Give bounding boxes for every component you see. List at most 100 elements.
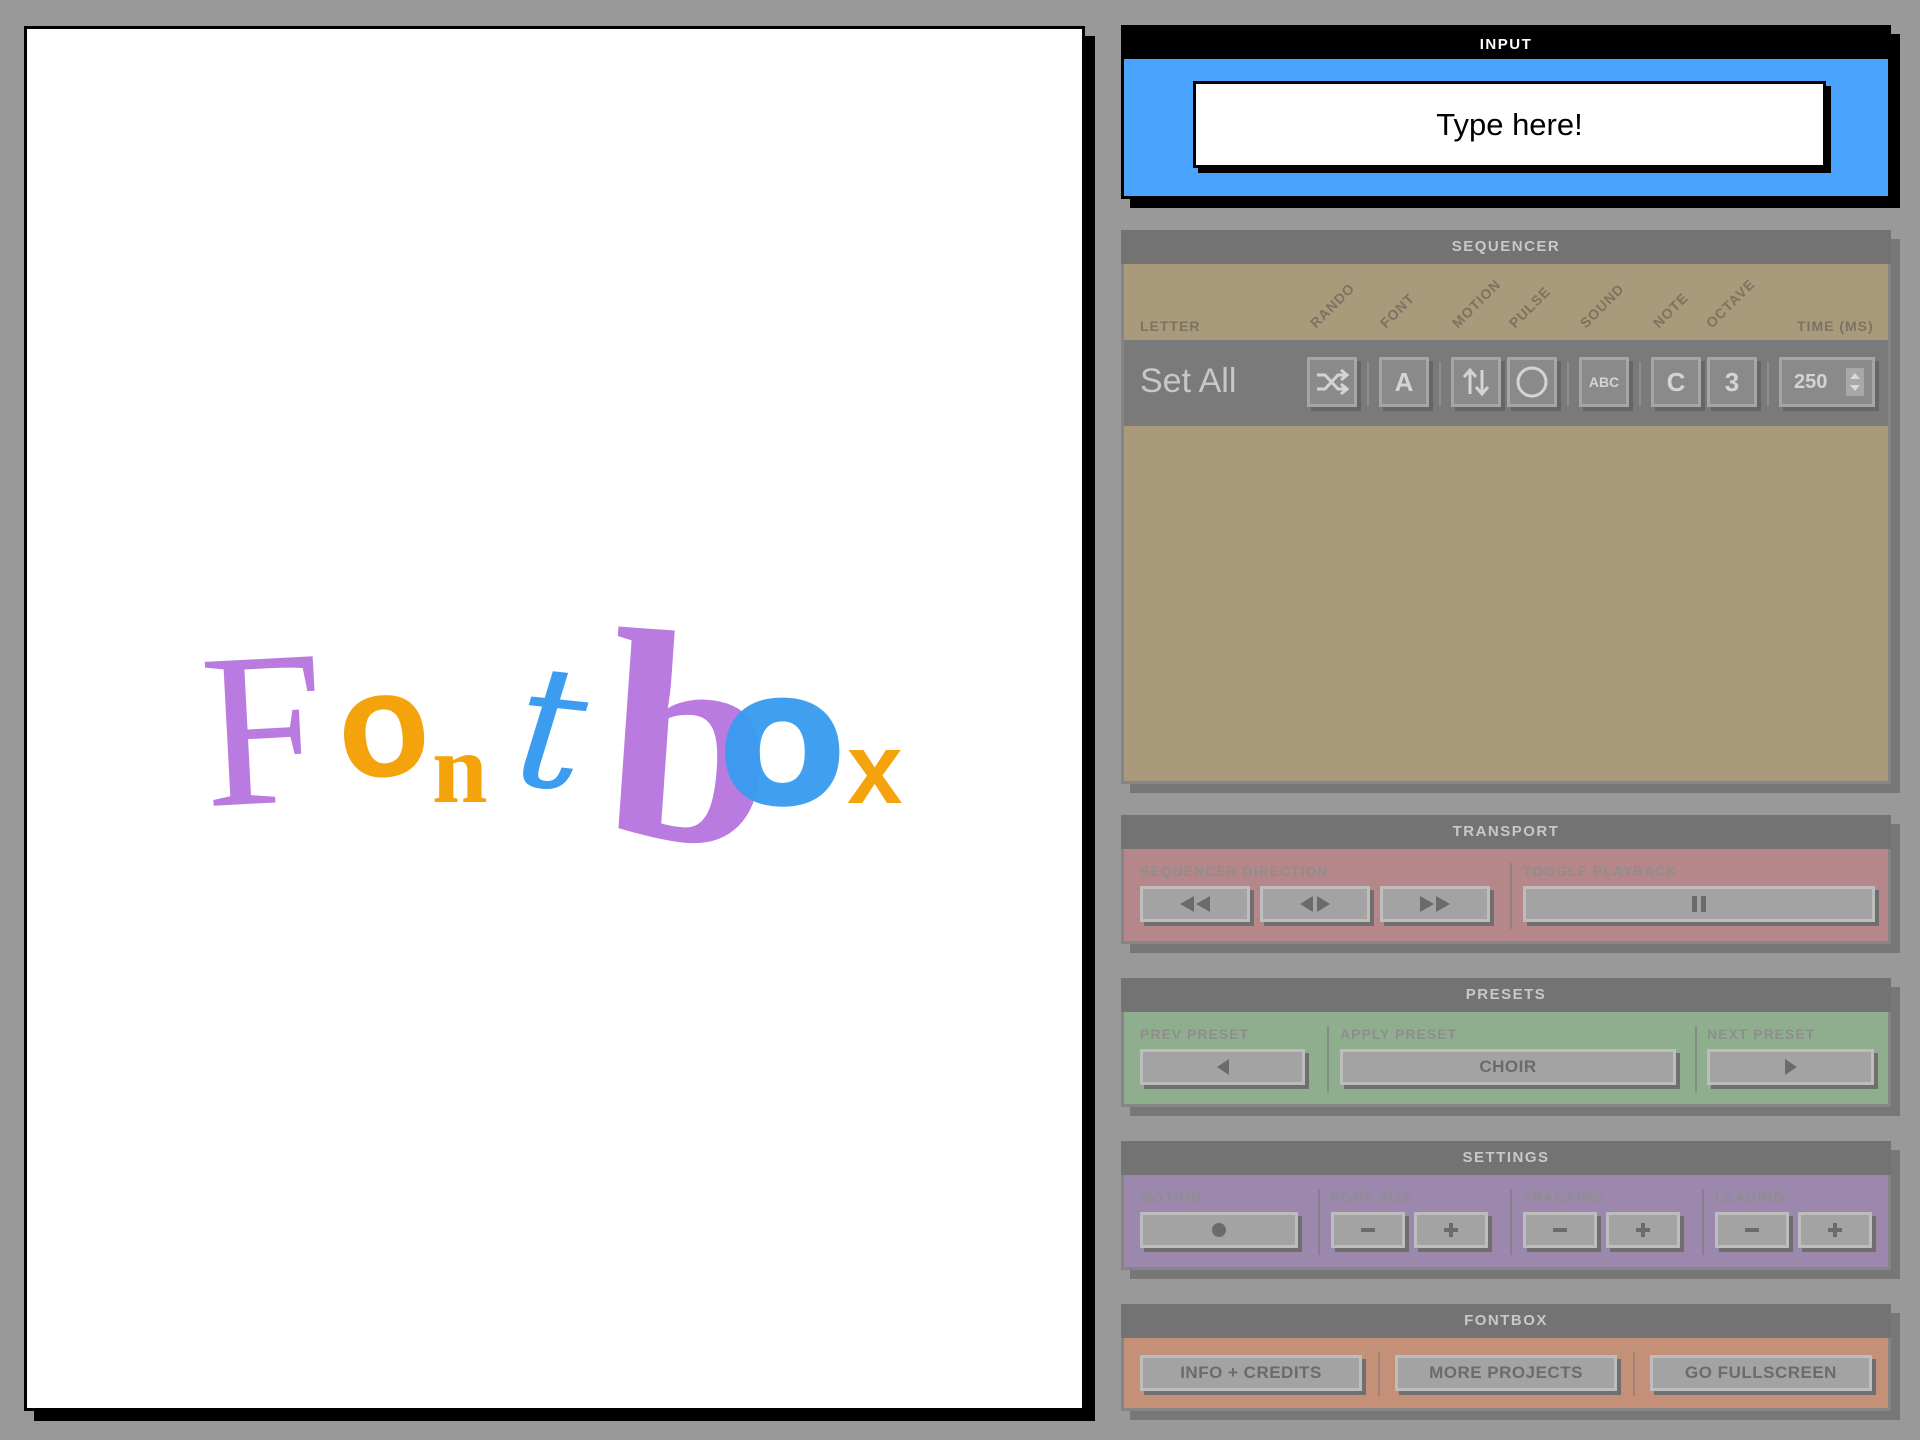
tracking-label: TRACKING xyxy=(1523,1189,1605,1205)
plus-icon xyxy=(1828,1223,1842,1237)
panel-title: SEQUENCER xyxy=(1121,230,1891,264)
divider xyxy=(1567,362,1569,406)
column-label-rando: RANDO xyxy=(1306,279,1358,331)
canvas-letter: n xyxy=(432,713,488,824)
prev-preset-label: PREV PRESET xyxy=(1140,1026,1250,1042)
sequencer-body: LETTER RANDO FONT MOTION PULSE SOUND NOT… xyxy=(1121,264,1891,784)
set-all-octave-button[interactable]: 3 xyxy=(1707,357,1757,407)
canvas-letter: o xyxy=(717,628,848,849)
fontbox-panel: FONTBOX INFO + CREDITS MORE PROJECTS GO … xyxy=(1121,1304,1891,1411)
column-label-note: NOTE xyxy=(1649,289,1692,331)
info-credits-button[interactable]: INFO + CREDITS xyxy=(1140,1355,1362,1391)
column-label-time: TIME (MS) xyxy=(1797,318,1874,334)
font-size-decrease-button[interactable] xyxy=(1331,1212,1405,1248)
font-size-increase-button[interactable] xyxy=(1414,1212,1488,1248)
column-label-sound: SOUND xyxy=(1576,280,1628,331)
divider xyxy=(1439,362,1441,406)
plus-icon xyxy=(1444,1223,1458,1237)
divider xyxy=(1327,1026,1329,1092)
canvas-letter: F xyxy=(195,603,331,855)
font-size-label: FONT SIZE xyxy=(1331,1189,1414,1205)
presets-body: PREV PRESET APPLY PRESET CHOIR NEXT PRES… xyxy=(1121,1012,1891,1107)
triangle-right-icon xyxy=(1784,1059,1797,1075)
panel-title: FONTBOX xyxy=(1121,1304,1891,1338)
sequencer-direction-label: SEQUENCER DIRECTION xyxy=(1140,863,1329,879)
settings-panel: SETTINGS MOTION FONT SIZE TRACKING LEADI… xyxy=(1121,1141,1891,1270)
set-all-pulse-button[interactable] xyxy=(1507,357,1557,407)
set-all-time-stepper[interactable]: 250 xyxy=(1779,357,1875,407)
panel-title: INPUT xyxy=(1121,25,1891,59)
divider xyxy=(1510,1189,1512,1255)
canvas-letter: x xyxy=(847,713,903,825)
type-canvas[interactable]: F o n t b o x xyxy=(24,26,1085,1411)
prev-preset-button[interactable] xyxy=(1140,1049,1305,1085)
direction-bounce-button[interactable] xyxy=(1260,886,1370,922)
divider xyxy=(1767,362,1769,406)
go-fullscreen-button[interactable]: GO FULLSCREEN xyxy=(1650,1355,1872,1391)
divider xyxy=(1378,1352,1380,1396)
direction-forward-button[interactable] xyxy=(1380,886,1490,922)
tracking-increase-button[interactable] xyxy=(1606,1212,1680,1248)
set-all-motion-button[interactable] xyxy=(1451,357,1501,407)
pause-icon xyxy=(1692,896,1706,912)
input-panel-body xyxy=(1121,59,1891,199)
direction-reverse-button[interactable] xyxy=(1140,886,1250,922)
apply-preset-button[interactable]: CHOIR xyxy=(1340,1049,1676,1085)
up-down-arrows-icon xyxy=(1462,367,1490,397)
panel-title: TRANSPORT xyxy=(1121,815,1891,849)
settings-body: MOTION FONT SIZE TRACKING LEADING xyxy=(1121,1175,1891,1270)
motion-toggle-button[interactable] xyxy=(1140,1212,1298,1248)
bidirectional-icon xyxy=(1300,896,1330,912)
rewind-icon xyxy=(1180,896,1210,912)
fast-forward-icon xyxy=(1420,896,1450,912)
minus-icon xyxy=(1745,1228,1759,1232)
canvas-letter: t xyxy=(506,626,596,832)
set-all-row: Set All A ABC C 3 250 xyxy=(1124,340,1888,426)
stepper-arrows-icon[interactable] xyxy=(1846,368,1864,396)
panel-title: SETTINGS xyxy=(1121,1141,1891,1175)
set-all-font-button[interactable]: A xyxy=(1379,357,1429,407)
transport-body: SEQUENCER DIRECTION TOGGLE PLAYBACK xyxy=(1121,849,1891,944)
more-projects-button[interactable]: MORE PROJECTS xyxy=(1395,1355,1617,1391)
minus-icon xyxy=(1553,1228,1567,1232)
toggle-playback-label: TOGGLE PLAYBACK xyxy=(1523,863,1678,879)
set-all-note-button[interactable]: C xyxy=(1651,357,1701,407)
input-panel: INPUT xyxy=(1121,25,1891,199)
leading-increase-button[interactable] xyxy=(1798,1212,1872,1248)
set-all-rando-button[interactable] xyxy=(1307,357,1357,407)
divider xyxy=(1510,863,1512,929)
panel-title: PRESETS xyxy=(1121,978,1891,1012)
leading-label: LEADING xyxy=(1715,1189,1785,1205)
triangle-left-icon xyxy=(1216,1059,1229,1075)
set-all-label: Set All xyxy=(1140,362,1237,400)
dot-icon xyxy=(1212,1223,1226,1237)
presets-panel: PRESETS PREV PRESET APPLY PRESET CHOIR N… xyxy=(1121,978,1891,1107)
divider xyxy=(1702,1189,1704,1255)
column-label-letter: LETTER xyxy=(1140,318,1201,334)
plus-icon xyxy=(1636,1223,1650,1237)
time-value: 250 xyxy=(1794,370,1828,393)
column-label-motion: MOTION xyxy=(1448,275,1504,331)
shuffle-icon xyxy=(1317,368,1350,396)
divider xyxy=(1318,1189,1320,1255)
transport-panel: TRANSPORT SEQUENCER DIRECTION TOGGLE PLA… xyxy=(1121,815,1891,944)
fontbox-body: INFO + CREDITS MORE PROJECTS GO FULLSCRE… xyxy=(1121,1338,1891,1411)
sequencer-panel: SEQUENCER LETTER RANDO FONT MOTION PULSE… xyxy=(1121,230,1891,784)
divider xyxy=(1633,1352,1635,1396)
toggle-playback-button[interactable] xyxy=(1523,886,1875,922)
apply-preset-label: APPLY PRESET xyxy=(1340,1026,1458,1042)
sequencer-column-headers: LETTER RANDO FONT MOTION PULSE SOUND NOT… xyxy=(1124,264,1888,340)
circle-icon xyxy=(1516,366,1548,398)
next-preset-button[interactable] xyxy=(1707,1049,1874,1085)
column-label-octave: OCTAVE xyxy=(1702,275,1759,331)
minus-icon xyxy=(1361,1228,1375,1232)
divider xyxy=(1639,362,1641,406)
leading-decrease-button[interactable] xyxy=(1715,1212,1789,1248)
next-preset-label: NEXT PRESET xyxy=(1707,1026,1816,1042)
motion-label: MOTION xyxy=(1140,1189,1202,1205)
text-input[interactable] xyxy=(1193,81,1826,168)
set-all-sound-button[interactable]: ABC xyxy=(1579,357,1629,407)
tracking-decrease-button[interactable] xyxy=(1523,1212,1597,1248)
column-label-pulse: PULSE xyxy=(1505,283,1554,331)
divider xyxy=(1695,1026,1697,1092)
